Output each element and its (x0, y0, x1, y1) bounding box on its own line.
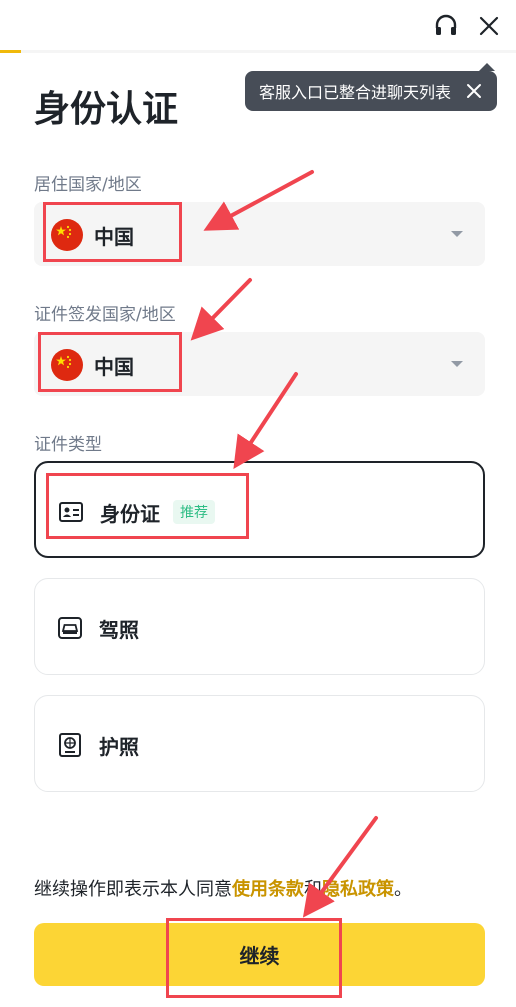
chevron-down-icon (451, 231, 463, 237)
doc-option-passport[interactable]: 护照 (34, 695, 485, 792)
consent-text: 继续操作即表示本人同意使用条款和隐私政策。 (34, 875, 412, 901)
consent-and: 和 (304, 879, 322, 900)
headset-icon (435, 14, 457, 35)
page-title: 身份认证 (34, 89, 179, 130)
customer-service-button[interactable] (432, 12, 460, 40)
annotation-box-issuing (38, 332, 182, 392)
annotation-box-residence (43, 202, 182, 262)
privacy-link[interactable]: 隐私政策 (322, 879, 394, 900)
consent-prefix: 继续操作即表示本人同意 (34, 879, 232, 900)
driver-license-icon (58, 617, 82, 639)
doc-type-label: 证件类型 (34, 435, 102, 455)
progress-track (0, 50, 516, 53)
top-bar (0, 0, 516, 53)
passport-icon (59, 733, 81, 757)
doc-option-label: 驾照 (99, 618, 139, 642)
annotation-box-id-card (46, 473, 249, 539)
tooltip-text: 客服入口已整合进聊天列表 (259, 83, 452, 102)
close-icon (479, 16, 499, 36)
annotation-box-continue (166, 918, 342, 998)
doc-option-label: 护照 (99, 735, 139, 759)
close-button[interactable] (475, 12, 503, 40)
close-icon[interactable] (465, 82, 483, 100)
chevron-down-icon (451, 361, 463, 367)
residence-label: 居住国家/地区 (34, 175, 142, 195)
issuing-label: 证件签发国家/地区 (34, 305, 176, 325)
annotation-arrow (190, 278, 252, 341)
chat-tooltip: 客服入口已整合进聊天列表 (245, 63, 497, 111)
progress-fill (0, 50, 21, 53)
terms-link[interactable]: 使用条款 (232, 879, 304, 900)
consent-suffix: 。 (394, 879, 412, 900)
doc-option-driver-license[interactable]: 驾照 (34, 578, 485, 675)
